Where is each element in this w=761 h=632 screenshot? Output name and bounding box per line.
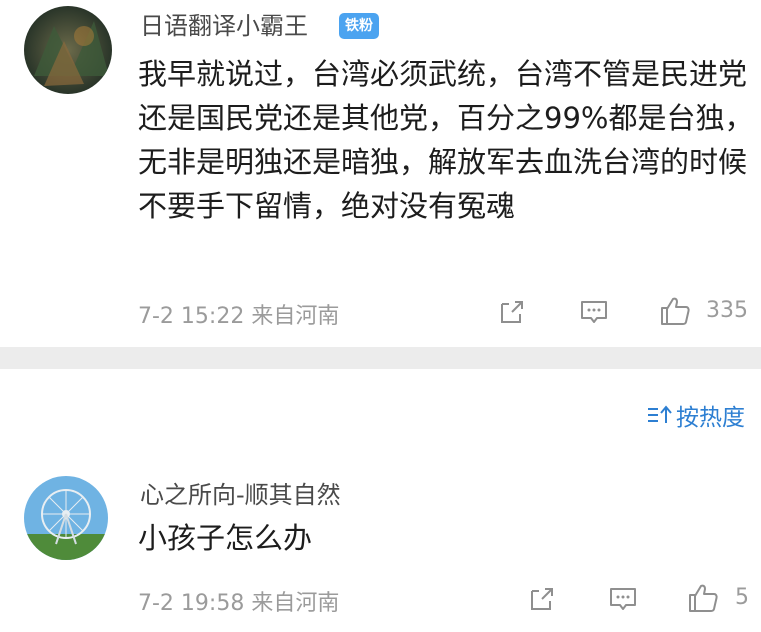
comment-meta: 7-2 19:58 来自河南 — [138, 585, 339, 617]
avatar[interactable] — [24, 476, 108, 560]
comment-card: 心之所向-顺其自然 小孩子怎么办 7-2 19:58 来自河南 5 — [0, 0, 761, 632]
username[interactable]: 心之所向-顺其自然 — [140, 481, 341, 509]
comment-time: 7-2 19:58 — [138, 591, 245, 616]
comment-location: 来自河南 — [251, 591, 340, 616]
thumbs-up-icon[interactable] — [686, 581, 720, 615]
share-icon[interactable] — [526, 583, 558, 615]
like-count: 5 — [735, 585, 749, 610]
comment-text: 小孩子怎么办 — [138, 521, 313, 555]
comment-icon[interactable] — [607, 583, 639, 615]
